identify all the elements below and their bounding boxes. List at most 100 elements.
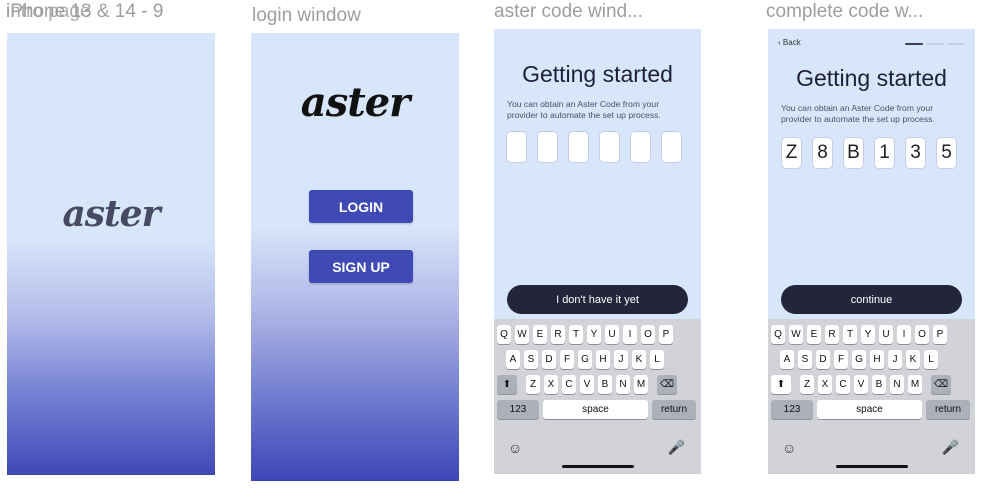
code-digit-field[interactable]: 3: [905, 137, 926, 169]
key[interactable]: V: [854, 375, 868, 394]
key[interactable]: Z: [800, 375, 814, 394]
space-key[interactable]: space: [817, 400, 922, 419]
key[interactable]: X: [544, 375, 558, 394]
code-digit-field[interactable]: 1: [874, 137, 895, 169]
key[interactable]: Z: [526, 375, 540, 394]
key[interactable]: J: [614, 350, 628, 369]
shift-arrow-icon[interactable]: ⬆: [497, 375, 517, 394]
frame-label-complete-code: complete code w...: [766, 1, 924, 22]
key[interactable]: N: [616, 375, 630, 394]
code-digit-field[interactable]: [568, 131, 589, 163]
key[interactable]: K: [906, 350, 920, 369]
key[interactable]: Q: [497, 325, 511, 344]
key[interactable]: O: [915, 325, 929, 344]
key[interactable]: K: [632, 350, 646, 369]
key[interactable]: L: [650, 350, 664, 369]
key[interactable]: X: [818, 375, 832, 394]
key[interactable]: I: [623, 325, 637, 344]
key[interactable]: T: [569, 325, 583, 344]
code-digit-field[interactable]: [661, 131, 682, 163]
code-input-row: Z 8 B 1 3 5: [781, 137, 957, 169]
key[interactable]: B: [598, 375, 612, 394]
progress-step: [947, 43, 965, 45]
key[interactable]: U: [605, 325, 619, 344]
key[interactable]: L: [924, 350, 938, 369]
microphone-icon[interactable]: 🎤: [668, 439, 685, 456]
code-digit-field[interactable]: [506, 131, 527, 163]
key[interactable]: P: [659, 325, 673, 344]
key[interactable]: C: [562, 375, 576, 394]
key[interactable]: R: [551, 325, 565, 344]
code-digit-field[interactable]: [630, 131, 651, 163]
keyboard-row-4: 123 space return: [497, 400, 696, 419]
key[interactable]: S: [524, 350, 538, 369]
key[interactable]: Y: [587, 325, 601, 344]
frame-label-splash: iPhone 13 & 14 - 9 intro page: [6, 1, 163, 23]
key[interactable]: Q: [771, 325, 785, 344]
back-label: Back: [782, 38, 801, 47]
code-entry-screen: Getting started You can obtain an Aster …: [494, 29, 701, 474]
code-digit-field[interactable]: [599, 131, 620, 163]
code-digit-field[interactable]: [537, 131, 558, 163]
key[interactable]: N: [890, 375, 904, 394]
key[interactable]: H: [870, 350, 884, 369]
key[interactable]: M: [908, 375, 922, 394]
continue-button[interactable]: continue: [781, 285, 962, 314]
key[interactable]: U: [879, 325, 893, 344]
shift-arrow-icon[interactable]: ⬆: [771, 375, 791, 394]
key[interactable]: E: [807, 325, 821, 344]
code-digit-field[interactable]: B: [843, 137, 864, 169]
aster-logo: aster: [62, 193, 160, 235]
frame-label-overlay: intro page: [6, 1, 91, 22]
key[interactable]: D: [542, 350, 556, 369]
key[interactable]: S: [798, 350, 812, 369]
key[interactable]: B: [872, 375, 886, 394]
code-digit-field[interactable]: Z: [781, 137, 802, 169]
key[interactable]: T: [843, 325, 857, 344]
signup-button[interactable]: SIGN UP: [309, 250, 413, 283]
key[interactable]: W: [515, 325, 529, 344]
key[interactable]: O: [641, 325, 655, 344]
return-key[interactable]: return: [926, 400, 970, 419]
key[interactable]: F: [834, 350, 848, 369]
key[interactable]: R: [825, 325, 839, 344]
numbers-key[interactable]: 123: [771, 400, 813, 419]
code-digit-field[interactable]: 5: [936, 137, 957, 169]
backspace-icon[interactable]: ⌫: [931, 375, 951, 394]
key[interactable]: D: [816, 350, 830, 369]
keyboard-row-4: 123 space return: [771, 400, 970, 419]
key[interactable]: V: [580, 375, 594, 394]
key[interactable]: G: [852, 350, 866, 369]
key[interactable]: E: [533, 325, 547, 344]
return-key[interactable]: return: [652, 400, 696, 419]
key[interactable]: Y: [861, 325, 875, 344]
emoji-icon[interactable]: ☺: [782, 440, 796, 456]
progress-step: [905, 43, 923, 45]
no-code-button[interactable]: I don't have it yet: [507, 285, 688, 314]
key[interactable]: H: [596, 350, 610, 369]
space-key[interactable]: space: [543, 400, 648, 419]
key[interactable]: P: [933, 325, 947, 344]
key[interactable]: W: [789, 325, 803, 344]
key[interactable]: A: [506, 350, 520, 369]
key[interactable]: G: [578, 350, 592, 369]
key[interactable]: M: [634, 375, 648, 394]
back-button[interactable]: ‹ Back: [778, 38, 801, 47]
key[interactable]: J: [888, 350, 902, 369]
key[interactable]: A: [780, 350, 794, 369]
complete-code-screen: ‹ Back Getting started You can obtain an…: [768, 29, 975, 474]
key[interactable]: C: [836, 375, 850, 394]
progress-step: [926, 43, 944, 45]
backspace-icon[interactable]: ⌫: [657, 375, 677, 394]
login-button[interactable]: LOGIN: [309, 190, 413, 223]
key[interactable]: I: [897, 325, 911, 344]
page-subtitle: You can obtain an Aster Code from your p…: [781, 103, 935, 124]
key[interactable]: F: [560, 350, 574, 369]
code-digit-field[interactable]: 8: [812, 137, 833, 169]
emoji-icon[interactable]: ☺: [508, 440, 522, 456]
keyboard-row-3: ⬆ Z X C V B N M ⌫: [771, 375, 951, 394]
numbers-key[interactable]: 123: [497, 400, 539, 419]
progress-steps: [905, 43, 965, 45]
microphone-icon[interactable]: 🎤: [942, 439, 959, 456]
page-title: Getting started: [522, 61, 673, 87]
